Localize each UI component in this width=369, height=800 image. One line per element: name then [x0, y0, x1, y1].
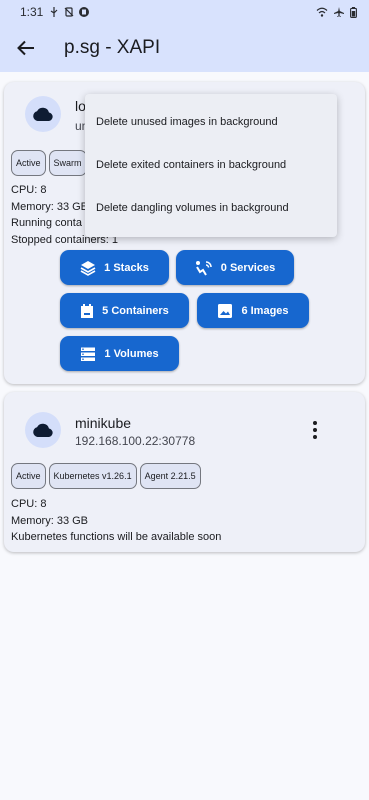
- containers-button-label: 5 Containers: [102, 304, 169, 317]
- environment-card[interactable]: minikube 192.168.100.22:30778 Active Kub…: [4, 392, 365, 552]
- environment-avatar: [25, 412, 61, 448]
- images-button[interactable]: 6 Images: [197, 293, 309, 328]
- container-icon: [81, 303, 94, 318]
- menu-item-delete-exited-containers[interactable]: Delete exited containers in background: [96, 159, 286, 171]
- memory-info: Memory: 33 GB: [11, 514, 89, 527]
- back-arrow-icon: [17, 40, 34, 56]
- status-chips: Active Swarm: [11, 150, 87, 176]
- menu-item-delete-unused-images[interactable]: Delete unused images in background: [96, 116, 278, 128]
- no-notification-icon: [64, 7, 74, 17]
- environment-avatar: [25, 96, 61, 132]
- more-options-button[interactable]: [303, 418, 327, 442]
- layers-icon: [80, 260, 96, 276]
- environment-name: minikube: [75, 415, 132, 431]
- status-bar: 1:31: [0, 0, 369, 24]
- volumes-button[interactable]: 1 Volumes: [60, 336, 179, 371]
- volumes-button-label: 1 Volumes: [104, 347, 159, 360]
- cloud-icon: [33, 107, 53, 121]
- status-chips: Active Kubernetes v1.26.1 Agent 2.21.5: [11, 463, 201, 489]
- wifi-icon: [316, 7, 328, 17]
- page-title: p.sg - XAPI: [64, 37, 161, 58]
- airplane-mode-icon: [334, 7, 344, 17]
- stacks-button[interactable]: 1 Stacks: [60, 250, 169, 285]
- app-status-icon: [79, 7, 90, 17]
- cpu-info: CPU: 8: [11, 498, 47, 510]
- agent-version-chip: Agent 2.21.5: [139, 463, 201, 489]
- image-icon: [218, 303, 233, 318]
- images-button-label: 6 Images: [241, 304, 289, 317]
- back-button[interactable]: [2, 24, 50, 72]
- status-chip-active: Active: [11, 463, 46, 489]
- environment-info: CPU: 8 Memory: 33 GB Kubernetes function…: [11, 496, 221, 546]
- kubernetes-version-chip: Kubernetes v1.26.1: [48, 463, 137, 489]
- usb-icon: [51, 7, 58, 17]
- services-icon: [195, 260, 212, 276]
- app-bar: p.sg - XAPI: [0, 24, 369, 72]
- services-button-label: 0 Services: [220, 261, 276, 274]
- stacks-button-label: 1 Stacks: [104, 261, 149, 274]
- environment-url: 192.168.100.22:30778: [75, 434, 196, 448]
- cloud-icon: [33, 423, 53, 437]
- menu-item-delete-dangling-volumes[interactable]: Delete dangling volumes in background: [96, 202, 289, 214]
- kubernetes-note: Kubernetes functions will be available s…: [11, 531, 222, 543]
- status-chip-active: Active: [11, 150, 46, 176]
- status-time: 1:31: [20, 5, 44, 19]
- services-button[interactable]: 0 Services: [176, 250, 294, 285]
- status-chip-swarm: Swarm: [48, 150, 87, 176]
- battery-icon: [350, 6, 357, 18]
- storage-icon: [81, 347, 96, 361]
- containers-button[interactable]: 5 Containers: [60, 293, 189, 328]
- context-menu: Delete unused images in background Delet…: [85, 94, 337, 237]
